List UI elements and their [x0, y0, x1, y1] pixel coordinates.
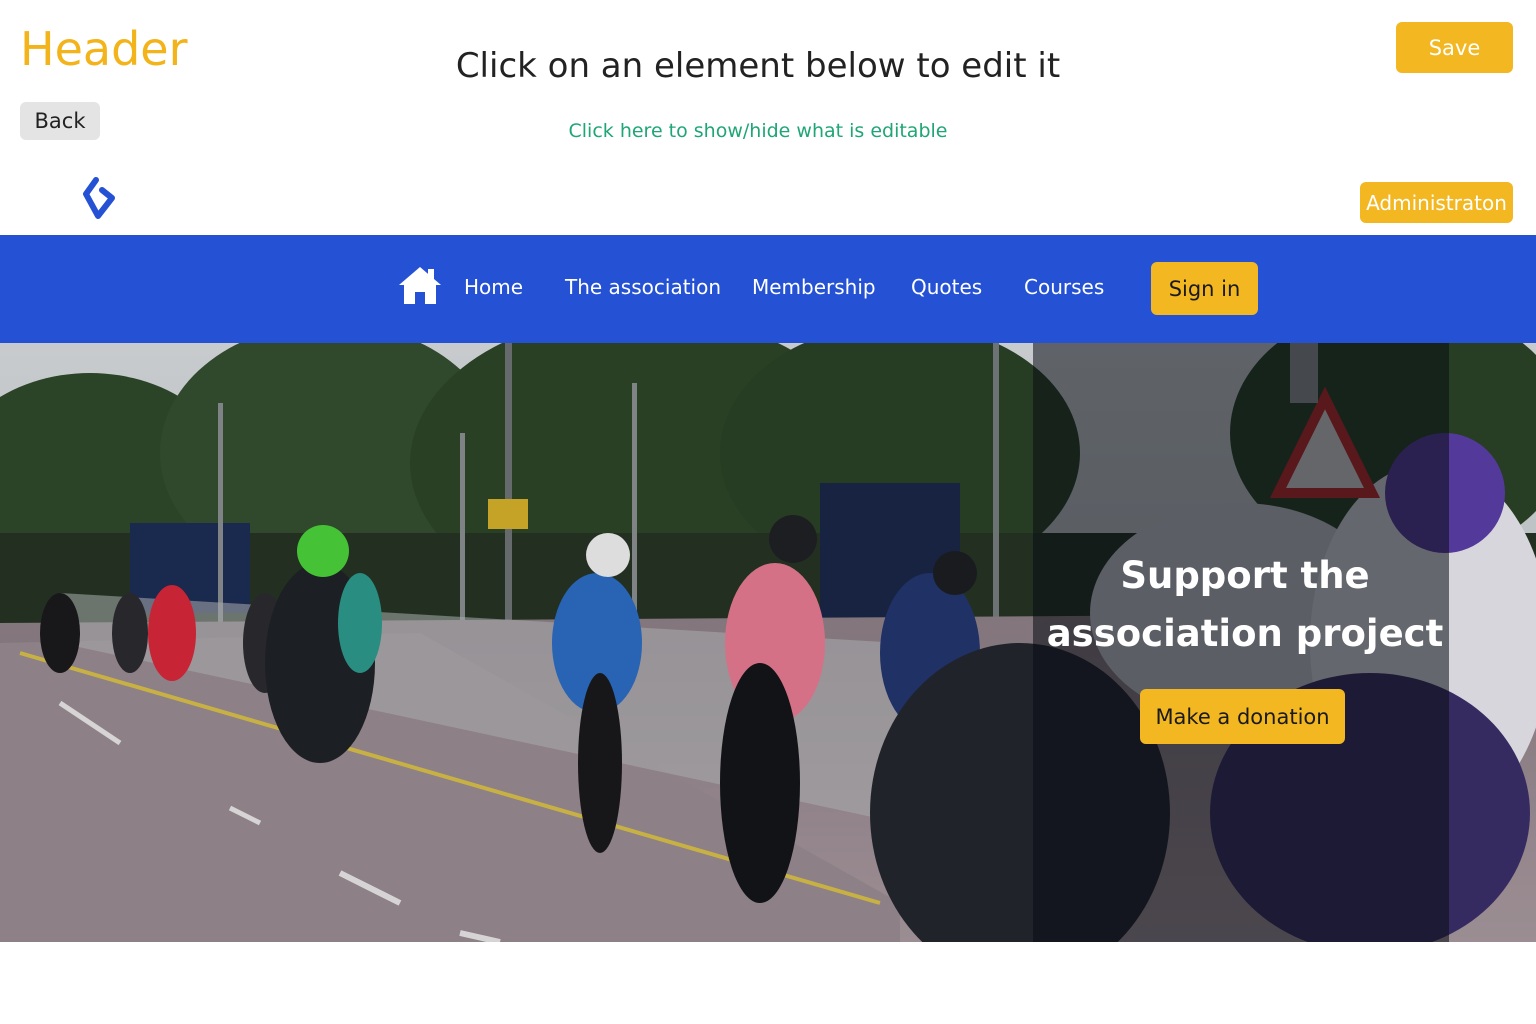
nav-item-courses[interactable]: Courses — [1024, 275, 1104, 299]
logo-icon[interactable] — [80, 176, 118, 222]
hero-banner: Support the association project Make a d… — [0, 343, 1536, 942]
edit-instruction: Click on an element below to edit it — [455, 46, 1061, 86]
home-icon[interactable] — [397, 264, 443, 306]
make-donation-button[interactable]: Make a donation — [1140, 689, 1345, 744]
administration-button[interactable]: Administraton — [1360, 182, 1513, 223]
nav-item-membership[interactable]: Membership — [752, 275, 876, 299]
nav-item-association[interactable]: The association — [565, 275, 721, 299]
sign-in-button[interactable]: Sign in — [1151, 262, 1258, 315]
nav-item-home[interactable]: Home — [464, 275, 523, 299]
page: Header Back Click on an element below to… — [0, 0, 1536, 1024]
hero-title: Support the association project — [1033, 547, 1457, 663]
hero-title-line-2: association project — [1046, 612, 1444, 655]
hero-title-line-1: Support the — [1120, 554, 1370, 597]
toggle-editable-link[interactable]: Click here to show/hide what is editable — [0, 120, 1536, 142]
save-button[interactable]: Save — [1396, 22, 1513, 73]
nav-item-quotes[interactable]: Quotes — [911, 275, 982, 299]
main-navbar: Home The association Membership Quotes C… — [0, 235, 1536, 343]
